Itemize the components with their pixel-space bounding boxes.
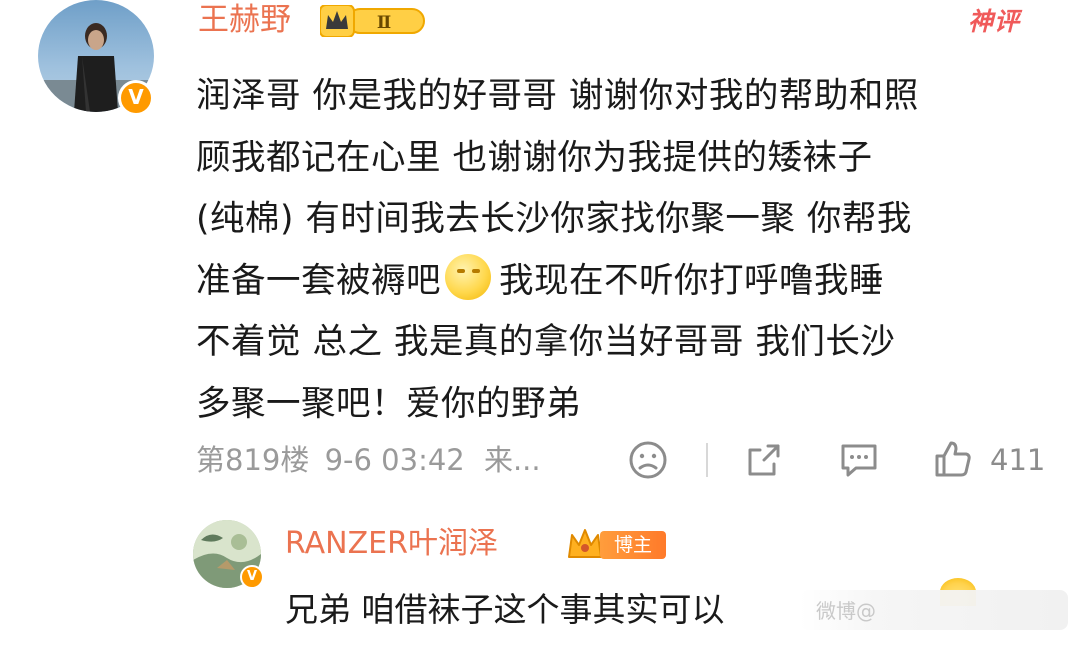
comment-line: 多聚一聚吧！爱你的野弟: [196, 383, 581, 424]
comment-line-part: 准备一套被褥吧: [196, 260, 441, 301]
comment-line: 润泽哥 你是我的好哥哥 谢谢你对我的帮助和照: [196, 76, 919, 116]
author-badge: 博主: [600, 531, 666, 559]
comment-icon[interactable]: [838, 440, 880, 480]
comment-line: 顾我都记在心里 也谢谢你为我提供的矮袜子: [196, 137, 873, 178]
source-label: 来...: [483, 443, 541, 477]
reply-username[interactable]: RANZER叶润泽: [285, 522, 498, 566]
timestamp: 9-6 03:42: [324, 443, 465, 477]
verified-badge-icon: V: [240, 565, 264, 589]
reply-text: 兄弟 咱借袜子这个事其实可以: [285, 590, 725, 629]
verified-badge-icon: V: [118, 80, 154, 116]
like-icon[interactable]: [932, 438, 974, 480]
comment-line: 准备一套被褥吧 我现在不听你打呼噜我睡: [196, 251, 1056, 313]
level-badge-text: Ⅱ: [377, 13, 391, 33]
share-icon[interactable]: [744, 440, 784, 480]
floor-number: 第819楼: [196, 443, 310, 477]
moon-face-emoji-icon: [445, 253, 491, 300]
sad-face-icon[interactable]: [628, 440, 668, 480]
comment-username[interactable]: 王赫野: [198, 0, 291, 42]
watermark-text: 微博@: [816, 599, 876, 623]
comment-line: 不着觉 总之 我是真的拿你当好哥哥 我们长沙: [196, 322, 896, 362]
hot-comment-tag: 神评: [968, 7, 1021, 36]
level-crown-badge-icon: Ⅱ: [320, 5, 425, 37]
crown-icon: [568, 529, 602, 558]
divider: [706, 443, 708, 477]
comment-meta: 第819楼 9-6 03:42 来...: [196, 438, 541, 482]
comment-line: (纯棉) 有时间我去长沙你家找你聚一聚 你帮我: [196, 199, 912, 239]
comment-text: 润泽哥 你是我的好哥哥 谢谢你对我的帮助和照 顾我都记在心里 也谢谢你为我提供的…: [196, 66, 1056, 435]
like-count: 411: [990, 443, 1046, 477]
comment-line-part: 我现在不听你打呼噜我睡: [499, 260, 884, 301]
